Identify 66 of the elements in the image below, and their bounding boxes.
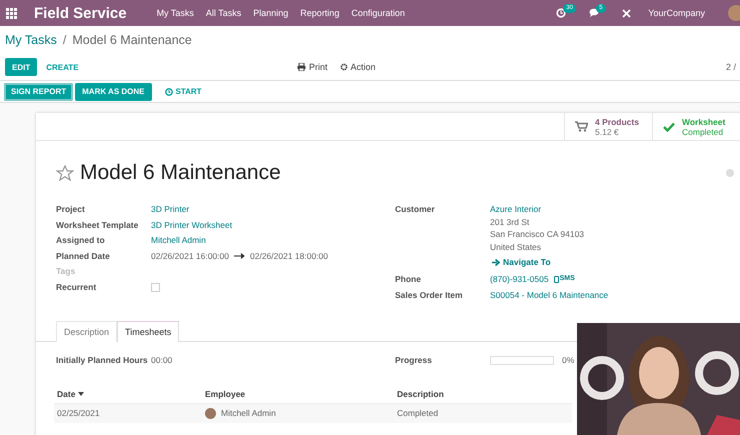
pager: 2 /: [726, 62, 736, 72]
checkbox[interactable]: [151, 282, 160, 292]
apps-menu-icon[interactable]: [6, 8, 17, 18]
status-button[interactable]: START: [158, 82, 209, 100]
menu-item[interactable]: My Tasks: [156, 8, 194, 18]
tab[interactable]: Timesheets: [117, 321, 180, 342]
menu-item[interactable]: Planning: [253, 8, 288, 18]
status-dot-icon[interactable]: [726, 169, 734, 177]
arrow-icon: [234, 252, 245, 259]
field-link[interactable]: 3D Printer Worksheet: [151, 218, 395, 231]
tools-icon[interactable]: [622, 8, 632, 18]
address-line: 201 3rd St: [490, 216, 530, 228]
field-link[interactable]: S00054 - Model 6 Maintenance: [490, 288, 740, 301]
smart-button[interactable]: 4 Products 5.12 €: [564, 113, 652, 140]
print-icon: [297, 63, 306, 71]
action-menu[interactable]: Print: [297, 62, 328, 72]
create-button[interactable]: CREATE: [39, 58, 86, 76]
settings-icon: [340, 63, 348, 71]
field-label: Phone: [395, 273, 422, 286]
table-cell: 02/25/2021: [54, 404, 202, 422]
field-value: 00:00: [151, 354, 174, 366]
cart-icon: [575, 121, 588, 132]
progress-reading: 0%: [562, 354, 574, 366]
field-label: Worksheet Template: [56, 218, 140, 231]
field-label: Customer: [395, 203, 436, 216]
phone-icon: [554, 276, 559, 283]
checkmark-icon: [663, 122, 675, 132]
field-label: Sales Order Item: [395, 288, 464, 301]
address-line: San Francisco CA 94103: [490, 228, 586, 240]
table-cell: Completed: [394, 404, 572, 422]
navigate-link[interactable]: Navigate To: [492, 257, 740, 267]
status-button[interactable]: MARK AS DONE: [75, 82, 152, 100]
field-label: Assigned to: [56, 234, 106, 246]
tab[interactable]: Description: [56, 321, 118, 342]
breadcrumb-separator: /: [62, 33, 66, 47]
action-menu[interactable]: Action: [340, 62, 376, 72]
field-link[interactable]: Mitchell Admin: [151, 234, 395, 246]
field-link[interactable]: (870)-931-0505: [490, 273, 549, 286]
field-label: Tags: [56, 265, 76, 278]
star-icon[interactable]: [56, 164, 74, 182]
menu-item[interactable]: Reporting: [300, 8, 340, 18]
field-value: 02/26/2021 16:00:00: [151, 250, 229, 262]
arrow-icon: [492, 258, 500, 266]
employee-avatar: [205, 408, 216, 418]
menu-item[interactable]: All Tasks: [206, 8, 242, 18]
company-switcher[interactable]: YourCompany: [648, 8, 705, 18]
field-label: Planned Date: [56, 250, 111, 262]
breadcrumb-link[interactable]: My Tasks: [5, 33, 57, 47]
app-title: Field Service: [34, 4, 127, 22]
field-label: Recurrent: [56, 280, 98, 294]
menu-item[interactable]: Configuration: [351, 8, 405, 18]
status-button[interactable]: SIGN REPORT: [4, 82, 74, 100]
table-cell: Mitchell Admin: [221, 408, 276, 418]
field-label: Progress: [395, 354, 433, 366]
address-line: United States: [490, 240, 542, 253]
field-label: Initially Planned Hours: [56, 354, 149, 366]
edit-button[interactable]: EDIT: [5, 58, 38, 76]
breadcrumb-current: Model 6 Maintenance: [72, 33, 192, 47]
field-value: 02/26/2021 18:00:00: [250, 250, 328, 262]
field-link[interactable]: 3D Printer: [151, 203, 395, 216]
field-label: Project: [56, 203, 86, 216]
task-title: Model 6 Maintenance: [80, 161, 281, 185]
clock-icon: [164, 88, 172, 96]
field-link[interactable]: Azure Interior: [490, 203, 740, 216]
clock-icon[interactable]: [556, 8, 566, 18]
smart-button[interactable]: Worksheet Completed: [652, 113, 740, 140]
